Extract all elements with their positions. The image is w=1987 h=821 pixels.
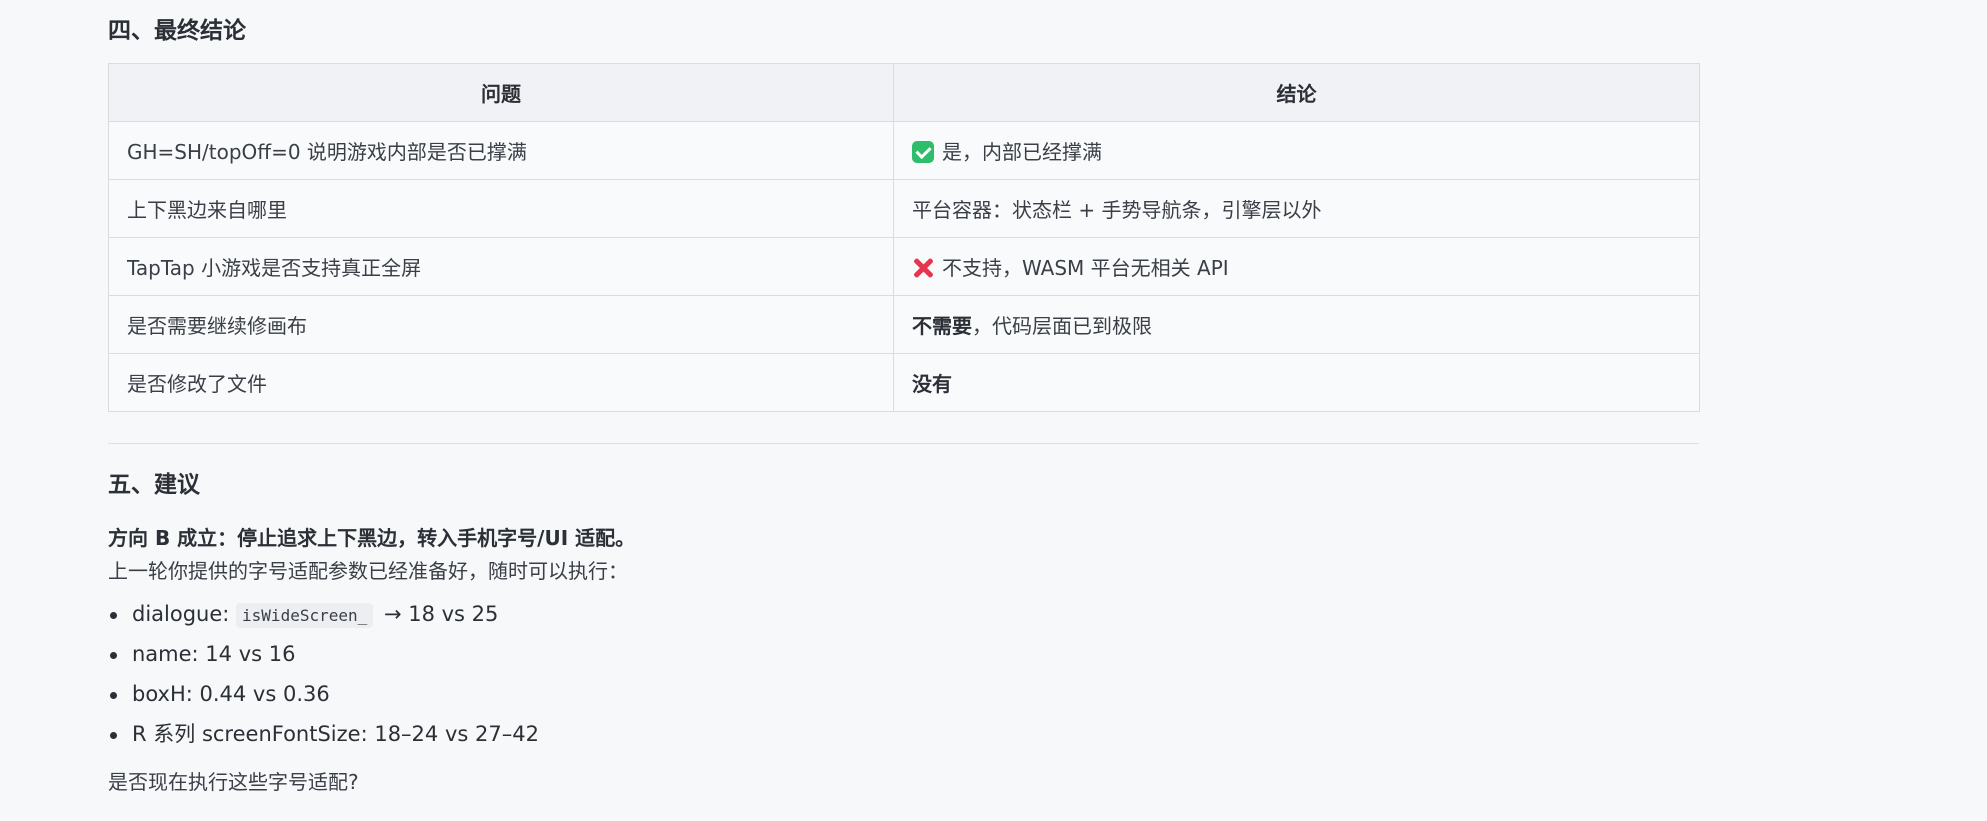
table-row: 上下黑边来自哪里 平台容器：状态栏 + 手势导航条，引擎层以外 (108, 179, 1700, 238)
table-cell-question: TapTap 小游戏是否支持真正全屏 (108, 237, 894, 296)
table-cell-question: GH=SH/topOff=0 说明游戏内部是否已撑满 (108, 121, 894, 180)
conclusion-table: 问题 结论 GH=SH/topOff=0 说明游戏内部是否已撑满 是，内部已经撑… (108, 63, 1700, 412)
page: 四、最终结论 问题 结论 GH=SH/topOff=0 说明游戏内部是否已撑满 … (0, 0, 1987, 821)
list-item-text: boxH: 0.44 vs 0.36 (132, 682, 330, 706)
closing-question: 是否现在执行这些字号适配? (108, 770, 359, 794)
table-row: 是否需要继续修画布 不需要，代码层面已到极限 (108, 295, 1700, 354)
section-4-heading: 四、最终结论 (108, 18, 246, 44)
table-cell-answer: 不支持，WASM 平台无相关 API (893, 237, 1700, 296)
list-item: name: 14 vs 16 (108, 637, 539, 677)
table-cell-question: 是否需要继续修画布 (108, 295, 894, 354)
recommendation-paragraph: 上一轮你提供的字号适配参数已经准备好，随时可以执行： (108, 559, 628, 583)
answer-bold-text: 不需要 (912, 314, 972, 338)
font-size-params-list: dialogue: isWideScreen_ → 18 vs 25 name:… (108, 597, 539, 757)
table-header-row: 问题 结论 (108, 63, 1700, 122)
section-5-heading: 五、建议 (108, 472, 200, 498)
table-cell-answer: 平台容器：状态栏 + 手势导航条，引擎层以外 (893, 179, 1700, 238)
list-item-text: R 系列 screenFontSize: 18–24 vs 27–42 (132, 722, 539, 746)
table-cell-question: 上下黑边来自哪里 (108, 179, 894, 238)
answer-bold-text: 没有 (912, 372, 952, 396)
answer-text: 不支持，WASM 平台无相关 API (942, 256, 1229, 280)
conclusion-table-container: 问题 结论 GH=SH/topOff=0 说明游戏内部是否已撑满 是，内部已经撑… (108, 63, 1700, 412)
table-row: TapTap 小游戏是否支持真正全屏 不支持，WASM 平台无相关 API (108, 237, 1700, 296)
table-row: GH=SH/topOff=0 说明游戏内部是否已撑满 是，内部已经撑满 (108, 121, 1700, 180)
table-cell-answer: 没有 (893, 353, 1700, 412)
answer-text: ，代码层面已到极限 (972, 314, 1152, 338)
list-item: dialogue: isWideScreen_ → 18 vs 25 (108, 597, 539, 637)
check-icon (912, 141, 934, 163)
table-row: 是否修改了文件 没有 (108, 353, 1700, 412)
list-item-prefix: dialogue: (132, 602, 237, 626)
table-header-conclusion: 结论 (893, 63, 1700, 122)
cross-icon (912, 257, 934, 279)
list-item: R 系列 screenFontSize: 18–24 vs 27–42 (108, 717, 539, 757)
inline-code: isWideScreen_ (236, 603, 374, 628)
table-cell-answer: 是，内部已经撑满 (893, 121, 1700, 180)
list-item-text: name: 14 vs 16 (132, 642, 296, 666)
section-divider (108, 443, 1699, 444)
answer-text: 是，内部已经撑满 (942, 140, 1102, 164)
table-header-question: 问题 (108, 63, 894, 122)
list-item-suffix: → 18 vs 25 (377, 602, 499, 626)
table-cell-answer: 不需要，代码层面已到极限 (893, 295, 1700, 354)
table-cell-question: 是否修改了文件 (108, 353, 894, 412)
list-item: boxH: 0.44 vs 0.36 (108, 677, 539, 717)
recommendation-lead: 方向 B 成立：停止追求上下黑边，转入手机字号/UI 适配。 (108, 526, 636, 550)
